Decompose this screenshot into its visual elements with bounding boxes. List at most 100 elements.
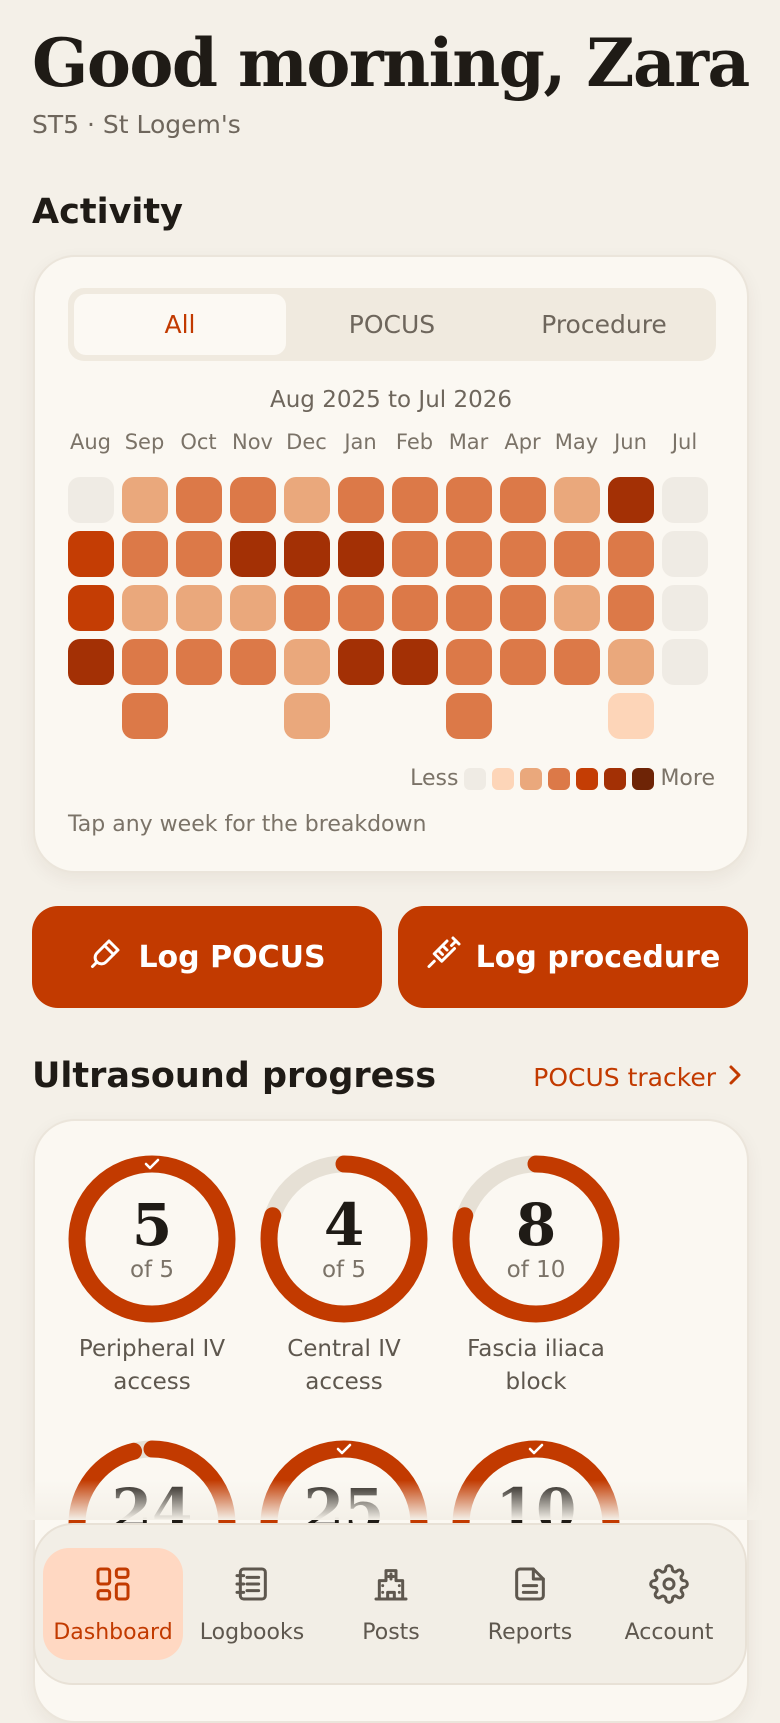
month-label: Mar: [448, 430, 489, 454]
heatmap-week-cell[interactable]: [446, 477, 492, 523]
nav-posts-label: Posts: [362, 1619, 420, 1645]
gear-icon: [649, 1563, 689, 1610]
heatmap-week-cell[interactable]: [608, 639, 654, 685]
heatmap-week-cell[interactable]: [338, 531, 384, 577]
heatmap-week-cell[interactable]: [554, 477, 600, 523]
legend-less-label: Less: [410, 766, 459, 791]
heatmap-week-cell[interactable]: [662, 639, 708, 685]
heatmap-week-cell[interactable]: [608, 477, 654, 523]
heatmap-week-cell[interactable]: [608, 693, 654, 739]
nav-account[interactable]: Account: [599, 1548, 739, 1660]
activity-filter-tabs: All POCUS Procedure: [68, 288, 716, 361]
nav-logbooks[interactable]: Logbooks: [182, 1548, 322, 1660]
progress-ring-item[interactable]: 5 of 5 Peripheral IV access: [66, 1153, 238, 1395]
month-label: Apr: [504, 430, 541, 454]
progress-ring-item[interactable]: 4 of 5 Central IV access: [258, 1153, 430, 1395]
month-label: Nov: [232, 430, 273, 454]
heatmap-week-cell[interactable]: [446, 693, 492, 739]
bottom-navigation: Dashboard Logbooks Posts Reports Account: [33, 1523, 747, 1685]
heatmap-week-cell[interactable]: [122, 693, 168, 739]
heatmap-week-cell[interactable]: [122, 639, 168, 685]
heatmap-week-cell[interactable]: [500, 639, 546, 685]
heatmap-week-cell[interactable]: [176, 639, 222, 685]
heatmap-week-cell[interactable]: [338, 477, 384, 523]
heatmap-week-cell[interactable]: [500, 585, 546, 631]
heatmap-week-cell[interactable]: [392, 477, 438, 523]
heatmap-week-cell[interactable]: [662, 585, 708, 631]
progress-label: Fascia iliaca block: [467, 1336, 605, 1395]
heatmap-week-cell[interactable]: [68, 531, 114, 577]
heatmap-week-cell[interactable]: [338, 585, 384, 631]
log-procedure-button[interactable]: Log procedure: [398, 906, 748, 1008]
heatmap-legend: Less More: [410, 766, 715, 791]
heatmap-week-cell[interactable]: [230, 585, 276, 631]
heatmap-week-cell[interactable]: [176, 531, 222, 577]
heatmap-week-cell[interactable]: [446, 531, 492, 577]
progress-count: 8: [515, 1191, 557, 1259]
progress-count: 4: [323, 1191, 365, 1259]
heatmap-week-cell[interactable]: [230, 639, 276, 685]
activity-title: Activity: [32, 192, 183, 232]
legend-swatch: [576, 767, 599, 790]
nav-posts[interactable]: Posts: [321, 1548, 461, 1660]
heatmap-week-cell[interactable]: [608, 585, 654, 631]
heatmap-week-cell[interactable]: [284, 585, 330, 631]
chevron-right-icon: [726, 1063, 744, 1092]
legend-swatch: [632, 767, 655, 790]
heatmap-week-cell[interactable]: [230, 477, 276, 523]
heatmap-week-cell[interactable]: [122, 585, 168, 631]
heatmap-week-cell[interactable]: [392, 531, 438, 577]
heatmap-week-cell[interactable]: [68, 585, 114, 631]
heatmap-week-cell[interactable]: [446, 639, 492, 685]
heatmap-week-cell[interactable]: [284, 477, 330, 523]
progress-label: Peripheral IV access: [78, 1336, 226, 1395]
heatmap-week-cell[interactable]: [176, 477, 222, 523]
notebook-icon: [232, 1564, 272, 1610]
tab-all[interactable]: All: [74, 294, 286, 355]
legend-more-label: More: [660, 766, 715, 791]
nav-reports[interactable]: Reports: [460, 1548, 600, 1660]
heatmap-week-cell[interactable]: [392, 639, 438, 685]
heatmap-week-cell[interactable]: [662, 477, 708, 523]
heatmap-week-cell[interactable]: [176, 585, 222, 631]
scroll-fade: [0, 1480, 780, 1520]
heatmap-week-cell[interactable]: [392, 585, 438, 631]
heatmap-week-cell[interactable]: [230, 531, 276, 577]
heatmap-week-cell[interactable]: [662, 531, 708, 577]
date-range: Aug 2025 to Jul 2026: [269, 387, 513, 413]
nav-logbooks-label: Logbooks: [199, 1619, 305, 1645]
heatmap-week-cell[interactable]: [284, 639, 330, 685]
heatmap-week-cell[interactable]: [500, 477, 546, 523]
heatmap-week-cell[interactable]: [68, 477, 114, 523]
tab-pocus[interactable]: POCUS: [286, 294, 498, 355]
month-label: Jun: [614, 430, 647, 454]
heatmap-week-cell[interactable]: [500, 531, 546, 577]
hospital-icon: [371, 1564, 411, 1610]
tab-procedure[interactable]: Procedure: [498, 294, 710, 355]
month-label: Oct: [180, 430, 217, 454]
pocus-tracker-link[interactable]: POCUS tracker: [533, 1063, 744, 1092]
heatmap-week-cell[interactable]: [284, 531, 330, 577]
heatmap-week-cell[interactable]: [446, 585, 492, 631]
heatmap-week-cell[interactable]: [122, 477, 168, 523]
heatmap-week-cell[interactable]: [554, 531, 600, 577]
heatmap-week-cell[interactable]: [284, 693, 330, 739]
month-label: Feb: [395, 430, 434, 454]
progress-ring-item[interactable]: 8 of 10 Fascia iliaca block: [450, 1153, 622, 1395]
month-label: Sep: [124, 430, 165, 454]
month-labels: Aug Sep Oct Nov Dec Jan Feb Mar Apr May Jun Jul: [68, 430, 716, 460]
heatmap-week-cell[interactable]: [68, 639, 114, 685]
heatmap-week-cell[interactable]: [554, 585, 600, 631]
heatmap-week-cell[interactable]: [338, 639, 384, 685]
log-procedure-label: Log procedure: [475, 939, 721, 975]
heatmap-week-cell[interactable]: [122, 531, 168, 577]
heatmap-week-cell[interactable]: [608, 531, 654, 577]
log-pocus-button[interactable]: Log POCUS: [32, 906, 382, 1008]
syringe-icon: [426, 935, 462, 979]
heatmap-week-cell[interactable]: [554, 639, 600, 685]
document-icon: [510, 1564, 550, 1610]
heatmap-hint: Tap any week for the breakdown: [68, 812, 427, 837]
nav-dashboard[interactable]: Dashboard: [43, 1548, 183, 1660]
progress-target: of 5: [321, 1257, 367, 1283]
legend-swatch: [492, 767, 515, 790]
